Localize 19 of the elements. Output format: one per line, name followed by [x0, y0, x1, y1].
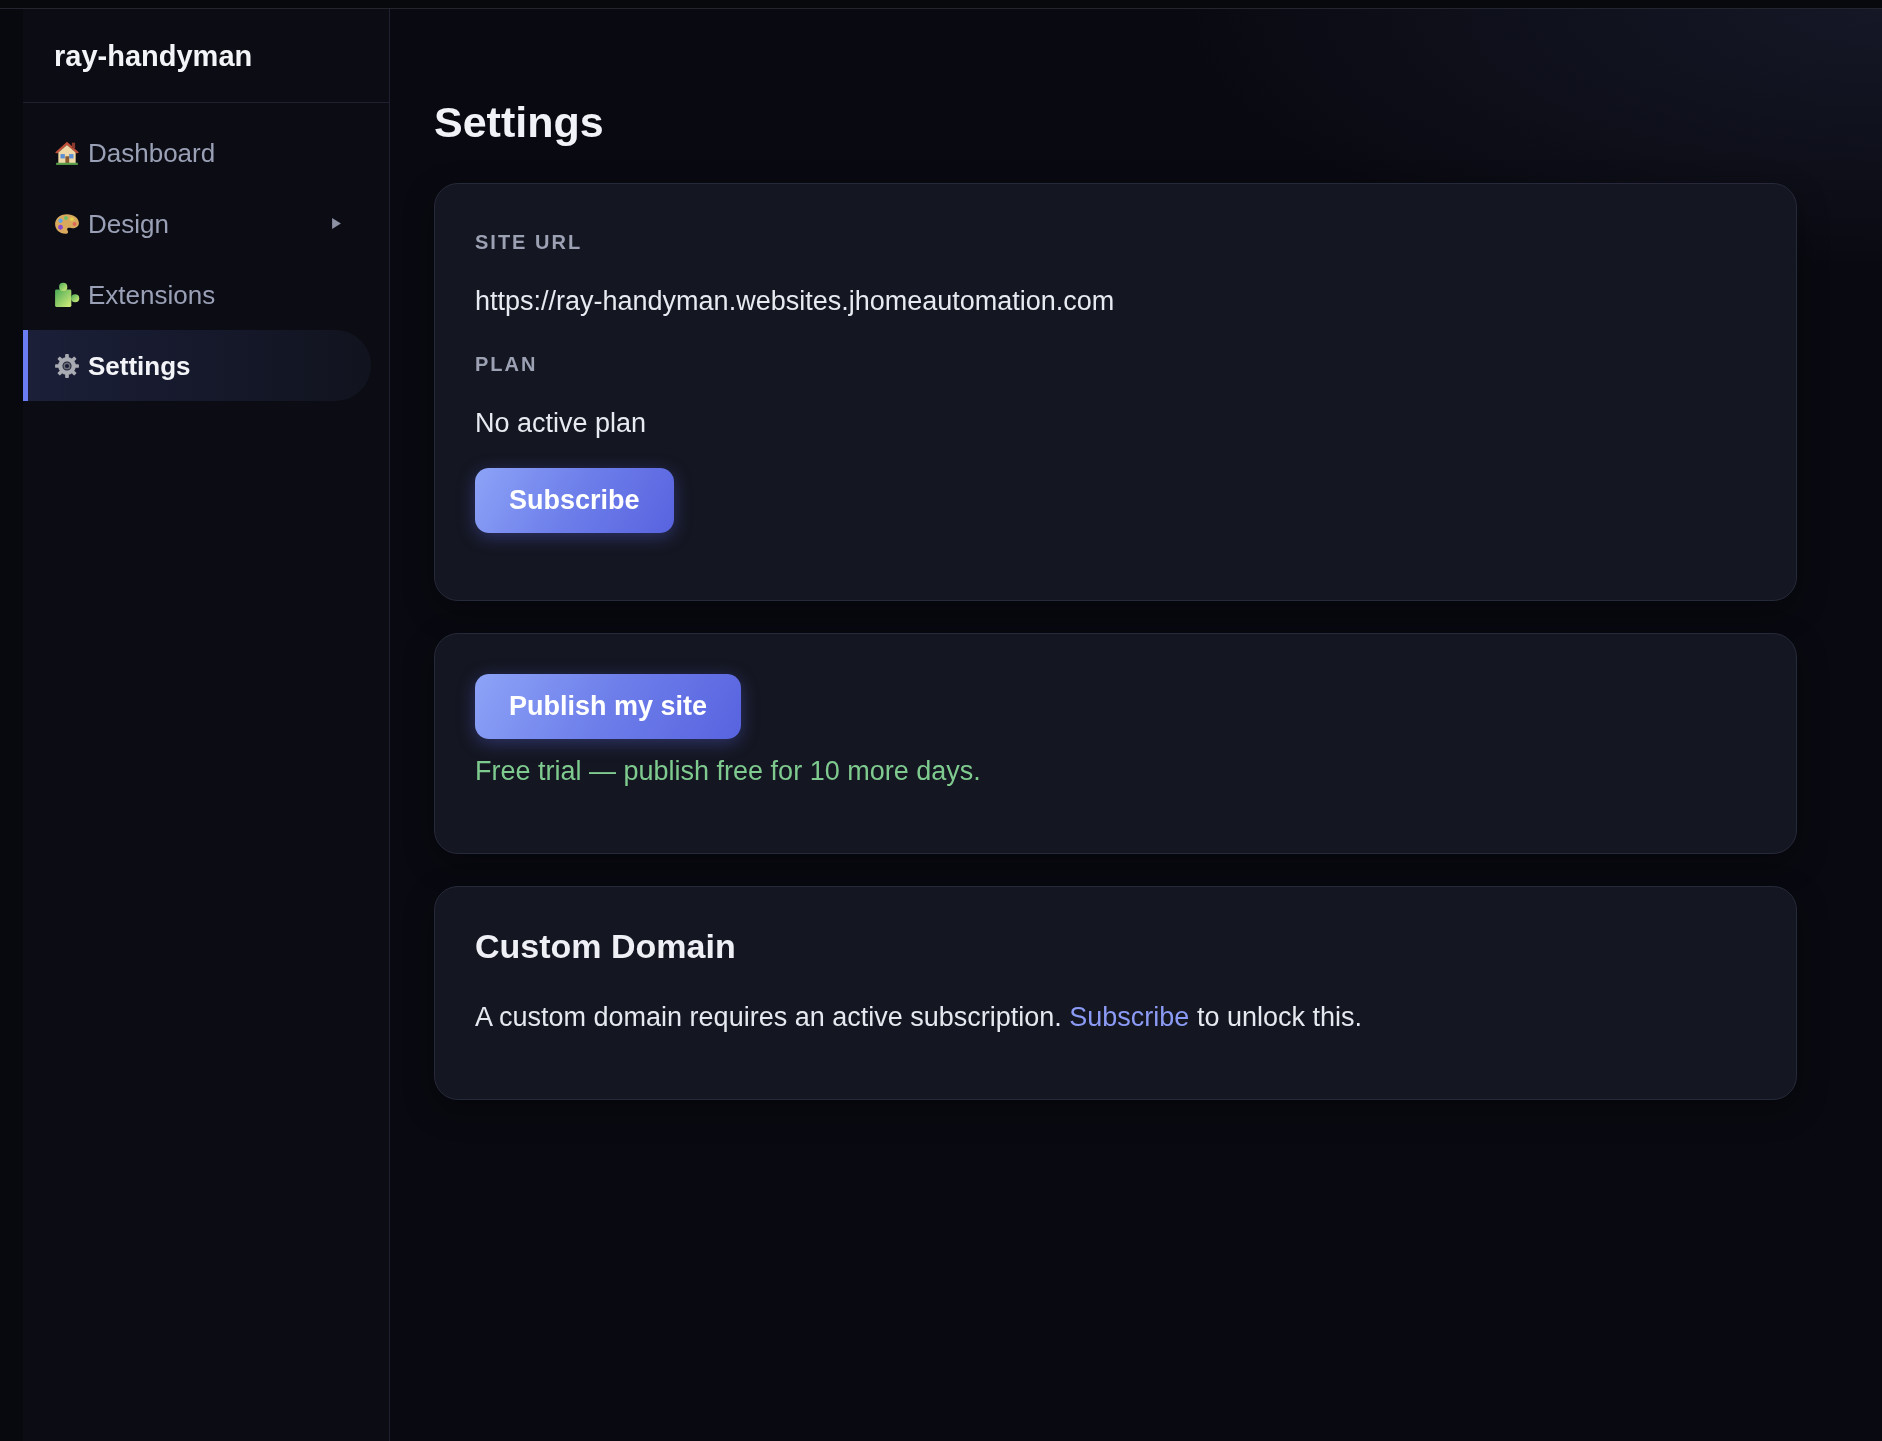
sidebar-item[interactable]: Extensions: [23, 259, 371, 330]
sidebar-item[interactable]: Settings: [23, 330, 371, 401]
gear-icon: [54, 352, 80, 379]
field-value: No active plan: [475, 407, 647, 440]
field-value: https://ray-handyman.websites.jhomeautomation.com: [475, 285, 1115, 318]
field-label: SITE URL: [475, 230, 583, 255]
domain-message: A custom domain requires an active subscription. Subscribe to unlock this.: [475, 1001, 1363, 1034]
house-icon: [54, 139, 80, 166]
subscribe-button[interactable]: Subscribe: [475, 468, 674, 533]
site-name: ray-handyman: [54, 38, 253, 74]
sidebar-item[interactable]: Design: [23, 188, 371, 259]
card-title: Custom Domain: [475, 926, 737, 966]
puzzle-icon: [54, 281, 80, 308]
field-label: PLAN: [475, 352, 538, 377]
publish-button[interactable]: Publish my site: [475, 674, 742, 739]
trial-note: Free trial — publish free for 10 more days.: [475, 755, 982, 788]
page-title: Settings: [434, 97, 605, 147]
sidebar-item[interactable]: Dashboard: [23, 117, 371, 188]
subscribe-link[interactable]: Subscribe: [1069, 1002, 1190, 1032]
